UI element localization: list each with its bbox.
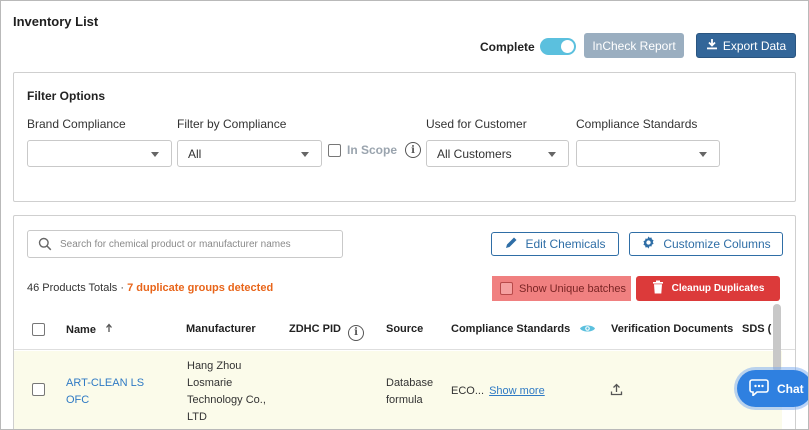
export-data-label: Export Data — [722, 38, 787, 53]
source-line: Database — [386, 377, 434, 389]
manufacturer-line: LTD — [187, 411, 207, 423]
used-for-customer-select[interactable]: All Customers — [426, 140, 569, 167]
column-header-source[interactable]: Source — [386, 323, 423, 335]
info-icon[interactable]: i — [405, 142, 422, 158]
edit-chemicals-label: Edit Chemicals — [525, 237, 606, 251]
manufacturer-line: Hang Zhou — [187, 360, 242, 372]
show-more-link[interactable]: Show more — [489, 385, 545, 397]
in-scope-label: In Scope — [347, 143, 398, 157]
in-scope-checkbox[interactable] — [328, 143, 341, 157]
product-name-link-line1[interactable]: ART-CLEAN LS — [66, 375, 144, 392]
products-total: 46 Products Totals — [27, 282, 118, 294]
eye-icon[interactable] — [579, 325, 596, 337]
compliance-standards-cell: ECO... Show more — [451, 383, 545, 400]
show-unique-batches-toggle[interactable]: Show Unique batches — [492, 276, 631, 301]
column-header-verification-documents[interactable]: Verification Documents — [611, 323, 733, 335]
search-box[interactable] — [27, 230, 343, 258]
source-line: formula — [386, 394, 423, 406]
duplicate-groups-warning: 7 duplicate groups detected — [127, 282, 274, 294]
row-checkbox[interactable] — [32, 383, 45, 396]
chevron-down-icon — [301, 152, 309, 157]
page-title: Inventory List — [13, 14, 99, 29]
select-all-checkbox[interactable] — [32, 323, 45, 336]
gear-icon — [641, 235, 656, 253]
column-header-compliance-standards[interactable]: Compliance Standards — [451, 323, 596, 337]
compliance-standards-short: ECO... — [451, 385, 485, 397]
compliance-standards-label: Compliance Standards — [576, 117, 698, 131]
chevron-down-icon — [151, 152, 159, 157]
chevron-down-icon — [548, 152, 556, 157]
filter-by-compliance-label: Filter by Compliance — [177, 117, 287, 131]
inventory-window: Inventory List Complete InCheck Report E… — [0, 0, 809, 430]
trash-icon — [652, 280, 664, 297]
complete-label: Complete — [480, 39, 535, 54]
incheck-report-label: InCheck Report — [592, 38, 676, 53]
cleanup-duplicates-button[interactable]: Cleanup Duplicates — [636, 276, 780, 301]
table-scrollbar[interactable] — [773, 304, 781, 372]
column-zdhc-pid-label: ZDHC PID — [289, 323, 341, 335]
manufacturer-cell: Hang Zhou Losmarie Technology Co., LTD — [187, 358, 266, 426]
complete-toggle[interactable] — [539, 38, 576, 55]
incheck-report-button[interactable]: InCheck Report — [584, 33, 684, 58]
column-name-label: Name — [66, 324, 96, 336]
info-icon[interactable]: i — [348, 324, 365, 341]
column-header-sds[interactable]: SDS ( — [742, 323, 771, 335]
complete-toggle-group: Complete — [480, 38, 576, 55]
used-for-customer-label: Used for Customer — [426, 117, 527, 131]
column-compliance-standards-label: Compliance Standards — [451, 323, 571, 335]
chat-bubble-icon — [749, 378, 769, 399]
toggle-knob — [560, 40, 574, 53]
export-data-button[interactable]: Export Data — [696, 33, 796, 58]
compliance-standards-select[interactable] — [576, 140, 720, 167]
product-name-link-line2[interactable]: OFC — [66, 392, 144, 409]
search-input[interactable] — [60, 235, 335, 253]
chat-label: Chat — [777, 381, 804, 396]
manufacturer-line: Technology Co., — [187, 394, 266, 406]
product-name-cell: ART-CLEAN LS OFC — [66, 375, 144, 409]
products-summary: 46 Products Totals · 7 duplicate groups … — [27, 282, 273, 294]
column-header-manufacturer[interactable]: Manufacturer — [186, 323, 256, 335]
column-header-zdhc-pid[interactable]: ZDHC PID i — [289, 323, 365, 341]
table-header: Name Manufacturer ZDHC PID i Source Comp… — [14, 310, 795, 350]
used-for-customer-value: All Customers — [437, 146, 512, 161]
verification-documents-cell — [610, 383, 623, 402]
brand-compliance-select[interactable] — [27, 140, 172, 167]
in-scope-group: In Scope i — [328, 142, 422, 158]
download-icon — [706, 38, 718, 53]
customize-columns-button[interactable]: Customize Columns — [629, 232, 783, 256]
pencil-icon — [504, 236, 518, 253]
show-unique-batches-label: Show Unique batches — [519, 282, 627, 295]
brand-compliance-label: Brand Compliance — [27, 117, 126, 131]
chat-button[interactable]: Chat — [737, 370, 808, 407]
filter-by-compliance-select[interactable]: All — [177, 140, 322, 167]
column-header-name[interactable]: Name — [66, 323, 113, 336]
chevron-down-icon — [699, 152, 707, 157]
sort-arrow-up-icon[interactable] — [105, 323, 113, 336]
edit-chemicals-button[interactable]: Edit Chemicals — [491, 232, 619, 256]
table-row[interactable]: ART-CLEAN LS OFC Hang Zhou Losmarie Tech… — [14, 351, 782, 429]
show-unique-batches-checkbox[interactable] — [500, 282, 513, 295]
filter-by-compliance-value: All — [188, 146, 202, 161]
cleanup-duplicates-label: Cleanup Duplicates — [671, 283, 765, 294]
filter-options-panel: Filter Options Brand Compliance Filter b… — [13, 72, 796, 202]
manufacturer-line: Losmarie — [187, 377, 233, 389]
filter-options-title: Filter Options — [27, 89, 105, 103]
customize-columns-label: Customize Columns — [663, 237, 771, 251]
upload-icon[interactable] — [610, 383, 623, 399]
summary-separator: · — [117, 282, 128, 294]
search-icon — [38, 237, 52, 254]
products-panel: Edit Chemicals Customize Columns 46 Prod… — [13, 215, 796, 429]
source-cell: Database formula — [386, 375, 433, 409]
